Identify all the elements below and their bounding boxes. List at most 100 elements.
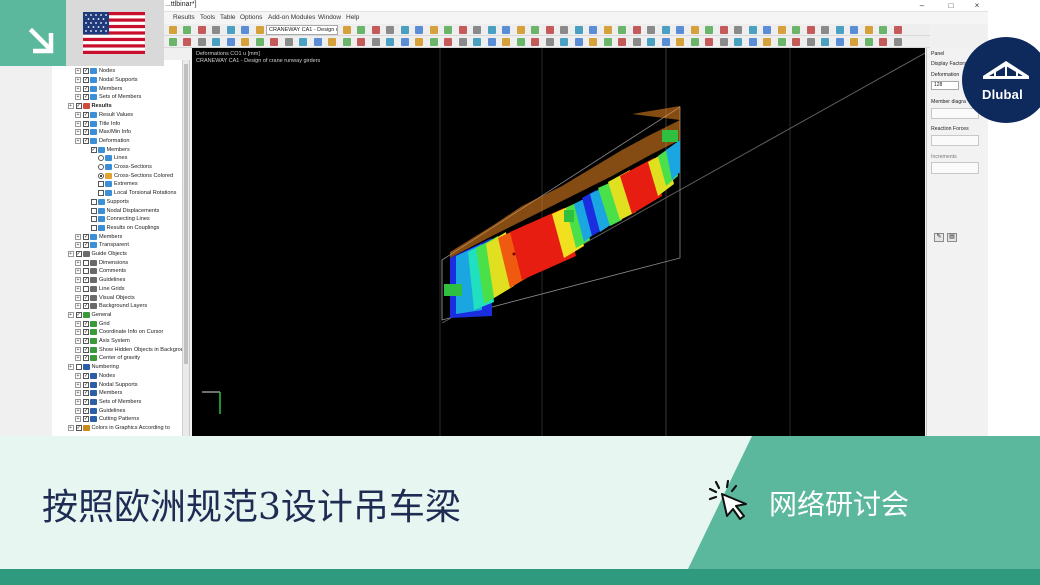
tree-checkbox[interactable]: ✓ (83, 390, 89, 397)
toolbar-button[interactable] (748, 38, 757, 46)
toolbar-button[interactable] (313, 38, 322, 46)
tree-checkbox[interactable]: ✓ (90, 146, 97, 153)
toolbar-button[interactable] (400, 38, 409, 46)
tree-checkbox[interactable]: ✓ (83, 233, 89, 240)
toolbar-button[interactable] (560, 38, 568, 46)
tree-radio[interactable] (98, 164, 104, 171)
tree-expander[interactable]: + (75, 137, 81, 144)
tree-item[interactable]: +✓Members (83, 145, 130, 154)
tree-expander[interactable]: + (75, 372, 81, 379)
toolbar-button[interactable] (284, 38, 293, 46)
toolbar-button[interactable] (473, 38, 481, 46)
toolbar-button[interactable] (661, 38, 670, 46)
tree-item[interactable]: + ✓ Background Layers (75, 302, 147, 311)
reaction-forces-input[interactable] (931, 135, 979, 146)
panel-settings-button[interactable]: ▤ (947, 233, 957, 242)
toolbar-button[interactable] (531, 26, 539, 34)
maximize-button[interactable]: □ (944, 0, 958, 11)
tree-checkbox[interactable]: ✓ (83, 303, 89, 310)
tree-item[interactable]: + ✓ Sets of Members (75, 398, 141, 407)
tree-item[interactable]: +Extremes (90, 180, 138, 189)
toolbar-button[interactable] (183, 26, 191, 34)
tree-item[interactable]: + ✓ Nodes (75, 372, 115, 381)
tree-expander[interactable]: + (75, 390, 81, 397)
toolbar-button[interactable] (415, 38, 423, 46)
tree-checkbox[interactable] (83, 285, 89, 292)
tree-item[interactable]: +Lines (90, 154, 127, 163)
toolbar-button[interactable] (676, 38, 684, 46)
tree-checkbox[interactable]: ✓ (83, 338, 89, 345)
toolbar-button[interactable] (502, 38, 510, 46)
increments-input[interactable] (931, 162, 979, 174)
tree-item[interactable]: +Supports (83, 198, 129, 207)
toolbar-button[interactable] (255, 38, 264, 46)
tree-radio[interactable] (98, 172, 104, 179)
toolbar-button[interactable] (821, 38, 829, 46)
tree-expander[interactable]: + (75, 94, 81, 101)
tree-item[interactable]: +✓Members (75, 232, 122, 241)
tree-item[interactable]: + ✓ General (67, 311, 111, 320)
tree-checkbox[interactable] (90, 216, 97, 223)
scrollbar-thumb[interactable] (184, 64, 188, 364)
panel-color-button[interactable]: ✎ (934, 233, 944, 242)
tree-expander[interactable]: + (75, 77, 81, 84)
toolbar-button[interactable] (763, 26, 771, 34)
toolbar-button[interactable] (487, 26, 496, 34)
toolbar-button[interactable] (835, 26, 844, 34)
toolbar-button[interactable] (719, 26, 728, 34)
toolbar-button[interactable] (864, 26, 873, 34)
menu-table[interactable]: Table (220, 14, 236, 21)
tree-expander[interactable]: + (75, 329, 81, 336)
tree-item[interactable]: + ✓ Guidelines (75, 276, 125, 285)
tree-expander[interactable]: + (75, 242, 81, 249)
toolbar-button[interactable] (255, 26, 264, 34)
tree-item[interactable]: +✓Members (75, 389, 122, 398)
toolbar-button[interactable] (705, 26, 713, 34)
menu-options[interactable]: Options (240, 14, 262, 21)
tree-checkbox[interactable]: ✓ (83, 85, 89, 92)
toolbar-button[interactable] (864, 38, 873, 46)
tree-radio[interactable] (98, 155, 104, 162)
tree-item[interactable]: + ✓ Show Hidden Objects in Backgrou (75, 345, 184, 354)
deformation-factor-input[interactable]: 128 (931, 81, 959, 90)
tree-item[interactable]: + ✓ Result Values (75, 111, 133, 120)
toolbar-button[interactable] (458, 26, 467, 34)
tree-item[interactable]: + ✓ Center of gravity (75, 354, 140, 363)
tree-checkbox[interactable]: ✓ (83, 416, 89, 423)
tree-expander[interactable]: + (75, 233, 81, 240)
toolbar-button[interactable] (647, 38, 655, 46)
toolbar-button[interactable] (574, 38, 583, 46)
toolbar-button[interactable] (690, 26, 699, 34)
menu-help[interactable]: Help (346, 14, 359, 21)
toolbar-button[interactable] (241, 38, 249, 46)
tree-expander[interactable]: + (75, 285, 81, 292)
tree-expander[interactable]: + (67, 311, 74, 318)
member-diagrams-input[interactable] (931, 108, 979, 119)
tree-checkbox[interactable]: ✓ (83, 129, 89, 136)
tree-item[interactable]: + Comments (75, 267, 126, 276)
toolbar-button[interactable] (632, 38, 641, 46)
toolbar-button[interactable] (328, 38, 336, 46)
toolbar-button[interactable] (589, 38, 597, 46)
toolbar-button[interactable] (226, 26, 235, 34)
toolbar-button[interactable] (763, 38, 771, 46)
toolbar-button[interactable] (371, 26, 380, 34)
tree-item[interactable]: +Results on Couplings (83, 224, 159, 233)
toolbar-button[interactable] (792, 26, 800, 34)
toolbar-button[interactable] (676, 26, 684, 34)
tree-checkbox[interactable]: ✓ (83, 111, 89, 118)
tree-item[interactable]: + ✓ Results (67, 102, 112, 111)
tree-item[interactable]: + ✓ Visual Objects (75, 293, 135, 302)
toolbar-button[interactable] (545, 38, 554, 46)
tree-checkbox[interactable] (83, 268, 89, 275)
tree-checkbox[interactable]: ✓ (83, 372, 89, 379)
tree-checkbox[interactable]: ✓ (83, 137, 89, 144)
toolbar-button[interactable] (270, 38, 278, 46)
tree-checkbox[interactable]: ✓ (75, 425, 82, 432)
design-case-select[interactable]: CRANEWAY CA1 - Design o (266, 25, 338, 35)
tree-expander[interactable]: + (75, 416, 81, 423)
toolbar-button[interactable] (429, 38, 438, 46)
toolbar-button[interactable] (618, 38, 626, 46)
tree-expander[interactable]: + (75, 277, 81, 284)
tree-checkbox[interactable]: ✓ (83, 68, 89, 75)
